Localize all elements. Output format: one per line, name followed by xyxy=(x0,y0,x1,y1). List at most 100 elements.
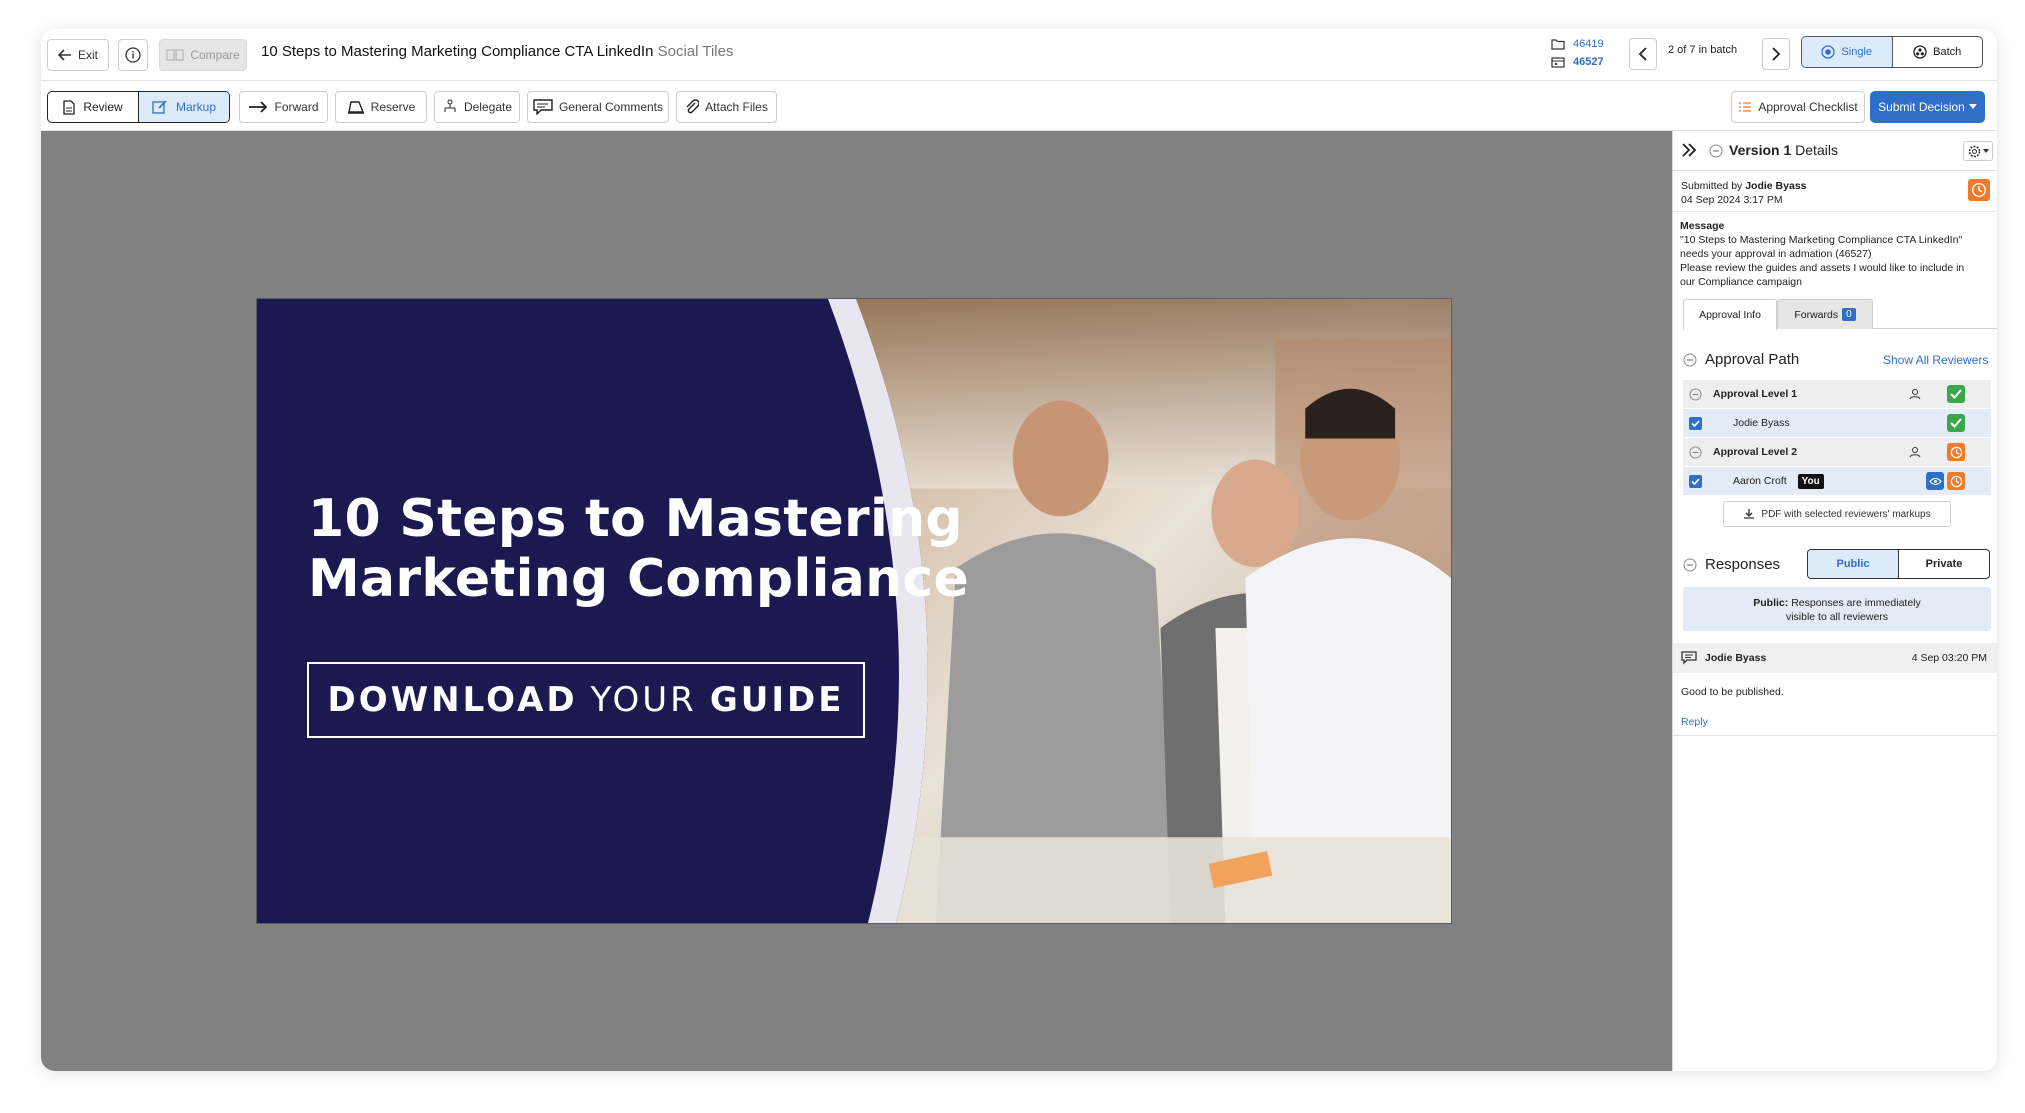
collapse-level-icon xyxy=(1689,387,1702,401)
collapse-section-icon[interactable] xyxy=(1709,144,1723,158)
approval-level-row[interactable]: Approval Level 1 xyxy=(1683,380,1991,408)
folder-id-link[interactable]: 46419 xyxy=(1573,38,1604,50)
exit-button[interactable]: Exit xyxy=(47,39,109,71)
checklist-icon xyxy=(1739,102,1752,112)
tab-approval-info[interactable]: Approval Info xyxy=(1683,299,1777,330)
preview-canvas[interactable]: 10 Steps to Mastering Marketing Complian… xyxy=(41,131,1672,1071)
info-button[interactable] xyxy=(118,39,148,71)
approval-level-row[interactable]: Approval Level 2 xyxy=(1683,438,1991,466)
delegate-button[interactable]: Delegate xyxy=(434,91,520,123)
comment-author: Jodie Byass xyxy=(1705,652,1767,664)
user-icon xyxy=(1909,389,1921,400)
tab-forwards[interactable]: Forwards 0 xyxy=(1777,299,1873,329)
chevron-right-icon xyxy=(1772,47,1781,61)
general-comments-button[interactable]: General Comments xyxy=(527,91,669,123)
reviewer-checkbox[interactable] xyxy=(1689,474,1702,488)
settings-button[interactable] xyxy=(1963,141,1993,161)
reviewer-row[interactable]: Jodie Byass xyxy=(1683,409,1991,437)
message-block: Message "10 Steps to Mastering Marketing… xyxy=(1680,219,1990,289)
public-note: Public: Responses are immediately visibl… xyxy=(1683,587,1991,631)
single-radio-icon xyxy=(1821,45,1836,59)
gear-icon xyxy=(1968,145,1980,157)
download-icon xyxy=(1744,509,1755,519)
reserve-icon xyxy=(347,101,364,114)
office-team-photo xyxy=(257,299,1451,923)
markup-mode-button[interactable]: Markup xyxy=(138,92,229,122)
approved-check-icon xyxy=(1947,414,1965,432)
asset-title: 10 Steps to Mastering Marketing Complian… xyxy=(261,43,654,60)
response-visibility-toggle: Public Private xyxy=(1807,549,1990,579)
show-all-reviewers-link[interactable]: Show All Reviewers xyxy=(1883,353,1988,367)
review-mode-button[interactable]: Review xyxy=(48,92,138,122)
paperclip-icon xyxy=(686,99,700,114)
submitter-name: Jodie Byass xyxy=(1745,180,1807,192)
collapse-panel-icon[interactable] xyxy=(1681,143,1697,157)
eye-icon[interactable] xyxy=(1926,472,1944,490)
batch-label: Batch xyxy=(1933,46,1962,58)
details-label: Details xyxy=(1795,142,1838,158)
approval-level-label: Approval Level 2 xyxy=(1713,446,1798,458)
item-id-link[interactable]: 46527 xyxy=(1573,56,1604,68)
cta-word-2: YOUR xyxy=(590,680,697,720)
batch-view-option[interactable]: Batch xyxy=(1893,37,1983,67)
view-mode-toggle: Single Batch xyxy=(1801,36,1983,68)
you-badge: You xyxy=(1797,474,1824,489)
comment-header: Jodie Byass 4 Sep 03:20 PM xyxy=(1673,643,1997,673)
responses-header[interactable]: Responses xyxy=(1683,556,1780,573)
responses-label: Responses xyxy=(1705,556,1781,573)
submit-decision-button[interactable]: Submit Decision xyxy=(1870,91,1985,123)
private-option[interactable]: Private xyxy=(1899,550,1989,578)
tab-forwards-label: Forwards xyxy=(1794,308,1839,321)
document-icon xyxy=(63,99,75,115)
message-line-3: Please review the guides and assets I wo… xyxy=(1680,262,1965,274)
divider xyxy=(1673,735,1997,736)
cta-download-guide: DOWNLOAD YOUR GUIDE xyxy=(307,662,865,738)
app-window: Exit Compare 10 Steps to Mastering Marke… xyxy=(41,29,1997,1071)
message-line-1: "10 Steps to Mastering Marketing Complia… xyxy=(1680,234,1963,246)
submitted-date: 04 Sep 2024 3:17 PM xyxy=(1681,194,1783,206)
pdf-markups-button[interactable]: PDF with selected reviewers' markups xyxy=(1723,501,1951,527)
caret-down-icon xyxy=(1982,149,1989,153)
attach-files-button[interactable]: Attach Files xyxy=(676,91,777,123)
headline-line-1: 10 Steps to Mastering xyxy=(308,489,963,549)
submit-label: Submit Decision xyxy=(1878,100,1965,114)
approval-checklist-button[interactable]: Approval Checklist xyxy=(1731,91,1865,123)
reserve-button[interactable]: Reserve xyxy=(335,91,427,123)
pending-clock-icon xyxy=(1968,179,1990,201)
submitted-by-prefix: Submitted by xyxy=(1681,180,1743,192)
collapse-responses-icon xyxy=(1683,558,1697,571)
submission-info: Submitted by Jodie Byass 04 Sep 2024 3:1… xyxy=(1681,179,1807,207)
reviewer-row[interactable]: Aaron Croft You xyxy=(1683,467,1991,495)
asset-preview: 10 Steps to Mastering Marketing Complian… xyxy=(256,298,1452,924)
divider xyxy=(1673,211,1997,212)
approval-level-label: Approval Level 1 xyxy=(1713,388,1798,400)
collapse-level-icon xyxy=(1689,445,1702,459)
panel-header: Version 1 Details xyxy=(1673,131,1997,171)
markup-label: Markup xyxy=(175,100,216,114)
forward-button[interactable]: Forward xyxy=(239,91,328,123)
reviewer-name: Aaron Croft xyxy=(1733,475,1787,487)
delegate-icon xyxy=(444,99,456,112)
pdf-button-label: PDF with selected reviewers' markups xyxy=(1761,508,1931,520)
reviewer-name: Jodie Byass xyxy=(1733,417,1790,429)
single-view-option[interactable]: Single xyxy=(1802,37,1893,67)
attach-files-label: Attach Files xyxy=(705,100,768,114)
forward-label: Forward xyxy=(274,100,319,114)
reviewer-checkbox[interactable] xyxy=(1689,416,1702,430)
approval-path-header[interactable]: Approval Path xyxy=(1683,351,1799,368)
toolbar: Review Markup Forward Reserve Delegate G… xyxy=(41,81,1997,131)
tab-approval-info-label: Approval Info xyxy=(1699,309,1761,321)
reply-link[interactable]: Reply xyxy=(1681,716,1708,728)
approved-check-icon xyxy=(1947,385,1965,403)
review-label: Review xyxy=(83,100,123,114)
prev-item-button[interactable] xyxy=(1629,38,1657,70)
next-item-button[interactable] xyxy=(1762,38,1790,70)
chevron-left-icon xyxy=(1638,47,1647,61)
delegate-label: Delegate xyxy=(463,100,513,114)
public-option[interactable]: Public xyxy=(1808,550,1899,578)
version-label: Version 1 xyxy=(1729,142,1792,158)
message-line-2: needs your approval in admation (46527) xyxy=(1680,248,1872,260)
info-icon xyxy=(125,47,141,63)
compare-button[interactable]: Compare xyxy=(159,39,247,71)
reviewer-name-wrap: Aaron Croft You xyxy=(1733,474,1824,489)
